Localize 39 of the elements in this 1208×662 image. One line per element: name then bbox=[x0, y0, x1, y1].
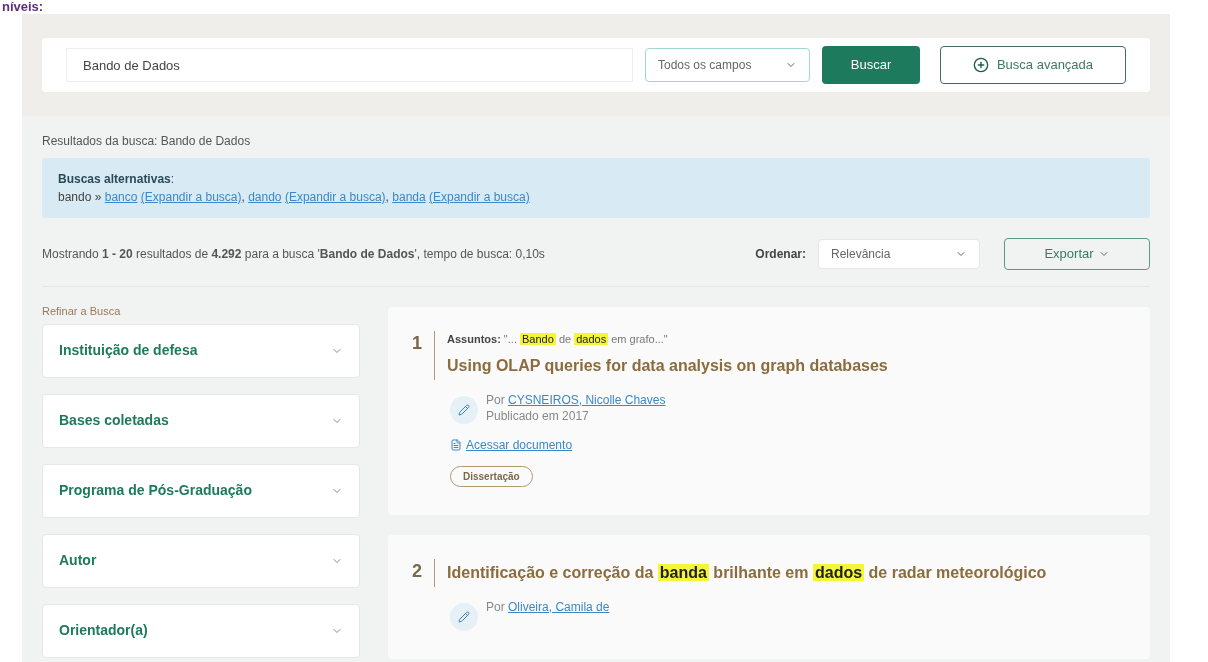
publication-date: Publicado em 2017 bbox=[486, 407, 590, 424]
field-select[interactable]: Todos os campos bbox=[645, 48, 810, 82]
result-title: Using OLAP queries for data analysis on graph databases bbox=[447, 355, 888, 376]
facet-toggle[interactable]: Autor bbox=[42, 533, 360, 588]
access-document-link[interactable]: Acessar documento bbox=[450, 435, 1126, 454]
search-field[interactable]: Bando de Dados bbox=[66, 48, 633, 82]
subject-snippet: Assuntos: "... Bando de dados em grafo..." bbox=[447, 332, 669, 347]
expand-search-link[interactable]: (Expandir a busca) bbox=[140, 190, 242, 204]
export-button[interactable]: Exportar bbox=[1004, 238, 1150, 270]
alternative-term-link[interactable]: banda bbox=[392, 190, 426, 204]
facet-toggle[interactable]: Programa de Pós-Graduação bbox=[42, 463, 360, 518]
facet-toggle[interactable]: Instituição de defesa bbox=[42, 323, 360, 378]
results-title: Resultados da busca: Bando de Dados bbox=[42, 133, 252, 150]
results-summary: Mostrando 1 - 20 resultados de 4.292 para a busca 'Bando de Dados', tempo de busca: 0,10s bbox=[42, 246, 546, 263]
facet-toggle[interactable]: Bases coletadas bbox=[42, 393, 360, 448]
expand-search-link[interactable]: (Expandir a busca) bbox=[284, 190, 386, 204]
author-line: Por CYSNEIROS, Nicolle Chaves bbox=[486, 391, 666, 408]
sort-select[interactable]: Relevância bbox=[818, 239, 980, 269]
alternative-term-link[interactable]: dando bbox=[248, 190, 282, 204]
document-icon bbox=[450, 438, 462, 451]
alternative-term-link[interactable]: banco bbox=[104, 190, 138, 204]
alternatives-line: bando » banco (Expandir a busca), dando (Expandir a busca), banda (Expandir a busca) bbox=[58, 189, 531, 206]
result-number: 2 bbox=[412, 559, 422, 583]
result-number: 1 bbox=[412, 332, 422, 355]
advanced-search-button[interactable]: Busca avançada bbox=[940, 46, 1126, 84]
search-button[interactable]: Buscar bbox=[822, 46, 920, 84]
author-line: Por Oliveira, Camila de bbox=[486, 598, 610, 615]
author-link[interactable]: Oliveira, Camila de bbox=[508, 599, 610, 614]
result-title: Identificação e correção da banda brilhante em dados de radar meteorológico bbox=[447, 562, 1047, 583]
refine-heading: Refinar a Busca bbox=[42, 304, 122, 319]
sort-label: Ordenar: bbox=[755, 246, 806, 263]
expand-search-link[interactable]: (Expandir a busca) bbox=[429, 190, 530, 204]
page-heading: níveis: bbox=[2, 0, 45, 14]
pencil-icon bbox=[450, 602, 478, 631]
alternatives-heading: Buscas alternativas: bbox=[58, 171, 176, 188]
author-link[interactable]: CYSNEIROS, Nicolle Chaves bbox=[508, 392, 666, 407]
plus-circle-icon bbox=[972, 57, 989, 73]
pencil-icon bbox=[450, 395, 478, 424]
facet-toggle[interactable]: Orientador(a) bbox=[42, 603, 360, 658]
